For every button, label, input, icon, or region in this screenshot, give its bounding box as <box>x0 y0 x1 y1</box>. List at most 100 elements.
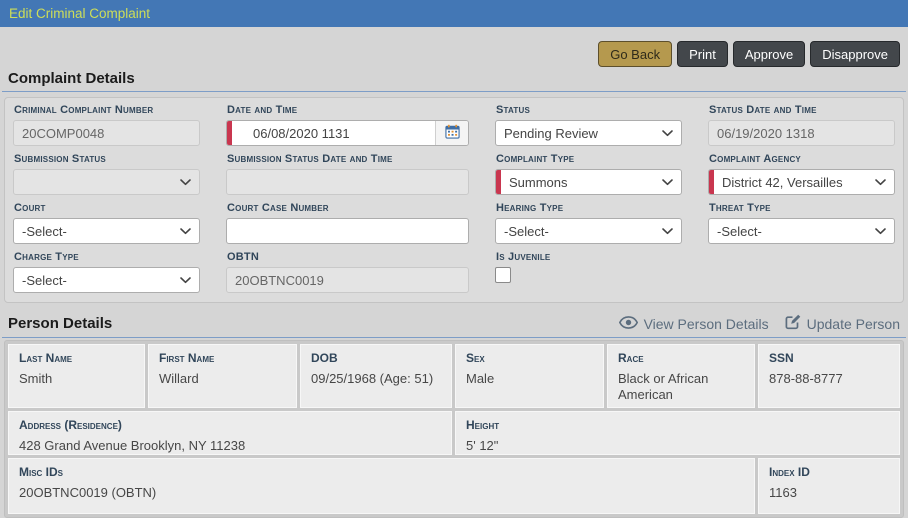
calendar-button[interactable] <box>435 121 468 145</box>
obtn-input: 20OBTNC0019 <box>226 267 469 293</box>
chevron-down-icon <box>180 179 191 186</box>
submission-status-date-and-time-label: Submission Status Date and Time <box>227 153 469 166</box>
last-name-value: Smith <box>19 371 134 387</box>
is-juvenile-checkbox[interactable] <box>495 267 511 283</box>
selected-value: -Select- <box>717 224 762 239</box>
last-name-label: Last Name <box>19 351 134 366</box>
status-select[interactable]: Pending Review <box>495 120 682 146</box>
page-title: Edit Criminal Complaint <box>9 6 150 21</box>
chevron-down-icon <box>180 228 191 235</box>
complaint-details-panel: Criminal Complaint Number 20COMP0048 Dat… <box>4 97 904 303</box>
field-charge-type: Charge Type -Select- <box>13 251 200 293</box>
field-value: 06/19/2020 1318 <box>717 126 815 141</box>
date-and-time-field <box>226 120 469 146</box>
misc-ids-value: 20OBTNC0019 (OBTN) <box>19 485 744 501</box>
index-id-value: 1163 <box>769 485 889 501</box>
address-label: Address (Residence) <box>19 418 441 433</box>
hearing-type-select[interactable]: -Select- <box>495 218 682 244</box>
section-divider <box>2 91 906 92</box>
height-label: Height <box>466 418 889 433</box>
action-toolbar: Go Back Print Approve Disapprove <box>8 41 900 67</box>
date-and-time-input[interactable] <box>240 121 435 145</box>
field-value: 20OBTNC0019 <box>235 273 324 288</box>
first-name-value: Willard <box>159 371 286 387</box>
person-details-table: Last Name Smith First Name Willard DOB 0… <box>8 344 900 514</box>
complaint-agency-select[interactable]: District 42, Versailles <box>708 169 895 195</box>
app-title-bar: Edit Criminal Complaint <box>0 0 908 27</box>
submission-status-select[interactable] <box>13 169 200 195</box>
field-threat-type: Threat Type -Select- <box>708 202 895 244</box>
court-select[interactable]: -Select- <box>13 218 200 244</box>
complaint-type-label: Complaint Type <box>496 153 682 166</box>
chevron-down-icon <box>662 179 673 186</box>
address-value: 428 Grand Avenue Brooklyn, NY 11238 <box>19 438 441 454</box>
chevron-down-icon <box>662 130 673 137</box>
update-person-link[interactable]: Update Person <box>785 314 900 333</box>
is-juvenile-label: Is Juvenile <box>496 251 682 264</box>
field-obtn: OBTN 20OBTNC0019 <box>226 251 469 293</box>
submission-status-date-and-time-input <box>226 169 469 195</box>
field-submission-status: Submission Status <box>13 153 200 195</box>
criminal-complaint-number-input: 20COMP0048 <box>13 120 200 146</box>
date-and-time-label: Date and Time <box>227 104 469 117</box>
field-value: 20COMP0048 <box>22 126 104 141</box>
disapprove-button[interactable]: Disapprove <box>810 41 900 67</box>
court-case-number-input[interactable] <box>226 218 469 244</box>
field-hearing-type: Hearing Type -Select- <box>495 202 682 244</box>
cell-race: Race Black or African American <box>607 344 755 408</box>
selected-value: -Select- <box>504 224 549 239</box>
section-divider <box>2 337 906 338</box>
height-value: 5' 12" <box>466 438 889 454</box>
race-label: Race <box>618 351 744 366</box>
cell-sex: Sex Male <box>455 344 604 408</box>
threat-type-label: Threat Type <box>709 202 895 215</box>
cell-dob: DOB 09/25/1968 (Age: 51) <box>300 344 452 408</box>
view-person-details-link[interactable]: View Person Details <box>619 316 769 332</box>
chevron-down-icon <box>662 228 673 235</box>
status-label: Status <box>496 104 682 117</box>
field-submission-status-date-and-time: Submission Status Date and Time <box>226 153 469 195</box>
cell-ssn: SSN 878-88-8777 <box>758 344 900 408</box>
calendar-icon <box>445 124 460 142</box>
cell-height: Height 5' 12" <box>455 411 900 455</box>
field-criminal-complaint-number: Criminal Complaint Number 20COMP0048 <box>13 104 200 146</box>
cell-index-id: Index ID 1163 <box>758 458 900 514</box>
complaint-details-heading: Complaint Details <box>8 70 900 87</box>
first-name-label: First Name <box>159 351 286 366</box>
selected-value: -Select- <box>22 224 67 239</box>
court-case-number-label: Court Case Number <box>227 202 469 215</box>
field-is-juvenile: Is Juvenile <box>495 251 682 293</box>
obtn-label: OBTN <box>227 251 469 264</box>
court-label: Court <box>14 202 200 215</box>
selected-value: District 42, Versailles <box>722 175 843 190</box>
chevron-down-icon <box>180 277 191 284</box>
dob-value: 09/25/1968 (Age: 51) <box>311 371 441 387</box>
index-id-label: Index ID <box>769 465 889 480</box>
chevron-down-icon <box>875 179 886 186</box>
person-details-panel: Last Name Smith First Name Willard DOB 0… <box>4 340 904 518</box>
print-button[interactable]: Print <box>677 41 728 67</box>
hearing-type-label: Hearing Type <box>496 202 682 215</box>
selected-value: Summons <box>509 175 568 190</box>
cell-first-name: First Name Willard <box>148 344 297 408</box>
charge-type-select[interactable]: -Select- <box>13 267 200 293</box>
go-back-button[interactable]: Go Back <box>598 41 672 67</box>
update-person-label: Update Person <box>807 316 900 332</box>
field-court: Court -Select- <box>13 202 200 244</box>
threat-type-select[interactable]: -Select- <box>708 218 895 244</box>
person-actions: View Person Details Update Person <box>603 314 900 333</box>
person-details-heading: Person Details <box>8 315 112 332</box>
selected-value: -Select- <box>22 273 67 288</box>
field-court-case-number: Court Case Number <box>226 202 469 244</box>
submission-status-label: Submission Status <box>14 153 200 166</box>
field-date-and-time: Date and Time <box>226 104 469 146</box>
complaint-type-select[interactable]: Summons <box>495 169 682 195</box>
ssn-label: SSN <box>769 351 889 366</box>
field-status: Status Pending Review <box>495 104 682 146</box>
complaint-agency-label: Complaint Agency <box>709 153 895 166</box>
field-complaint-type: Complaint Type Summons <box>495 153 682 195</box>
approve-button[interactable]: Approve <box>733 41 805 67</box>
selected-value: Pending Review <box>504 126 598 141</box>
race-value: Black or African American <box>618 371 744 403</box>
view-person-details-label: View Person Details <box>644 316 769 332</box>
